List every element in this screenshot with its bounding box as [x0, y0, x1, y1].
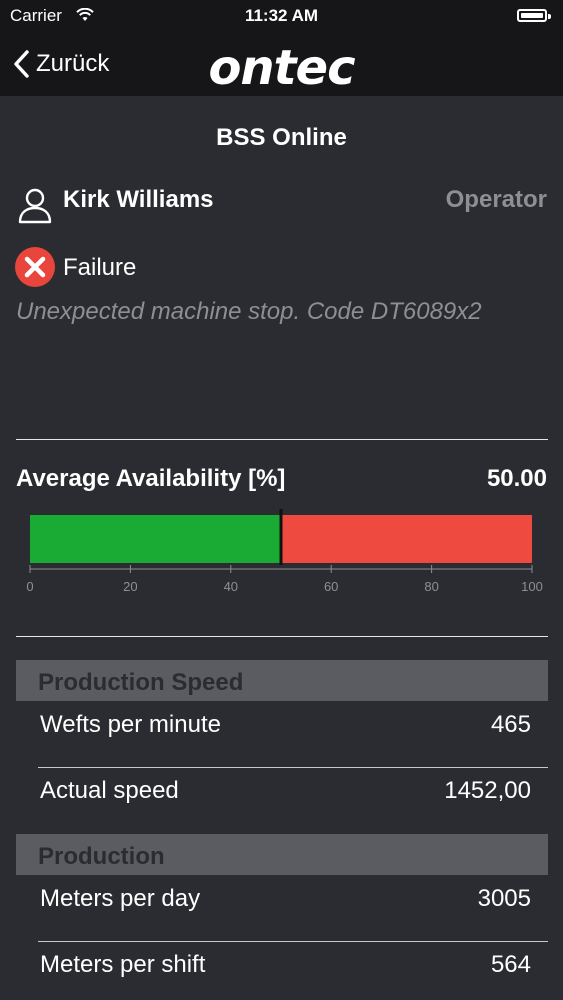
gauge-tick-label: 40: [224, 579, 238, 594]
battery-icon: [517, 9, 551, 22]
availability-chart: 0 20 40 60 80 100: [26, 509, 543, 594]
failure-icon: [15, 247, 55, 287]
availability-label: Average Availability [%]: [16, 465, 286, 492]
section-header-production: Production: [16, 834, 548, 875]
divider: [16, 439, 548, 440]
status-label: Failure: [63, 254, 137, 281]
availability-value: 50.00: [486, 465, 547, 492]
row-label-meters-per-day: Meters per day: [40, 885, 201, 912]
gauge-fill-bar: [30, 515, 281, 563]
status-bar: Carrier 11:32 AM: [0, 0, 563, 32]
row-label-wefts-per-minute: Wefts per minute: [40, 711, 221, 738]
row-value-meters-per-day: 3005: [477, 885, 531, 912]
divider: [16, 636, 548, 637]
operator-name: Kirk Williams: [63, 186, 214, 213]
gauge-tick-label: 20: [123, 579, 137, 594]
gauge-tick-label: 100: [521, 579, 543, 594]
row-divider: [38, 767, 548, 768]
section-title: Production: [38, 843, 165, 870]
row-divider: [38, 941, 548, 942]
operator-role: Operator: [445, 186, 547, 213]
row-value-meters-per-shift: 564: [490, 951, 531, 978]
row-value-wefts-per-minute: 465: [490, 711, 531, 738]
nav-bar: Zurück ontec: [0, 32, 563, 96]
user-icon: [18, 188, 52, 224]
row-label-actual-speed: Actual speed: [40, 777, 179, 804]
status-time: 11:32 AM: [244, 6, 319, 25]
app-logo: ontec: [208, 40, 355, 96]
gauge-tick-label: 60: [324, 579, 338, 594]
section-title: Production Speed: [38, 669, 244, 696]
gauge-remainder-bar: [281, 515, 532, 563]
gauge-tick-label: 0: [26, 579, 33, 594]
row-value-actual-speed: 1452,00: [444, 777, 531, 804]
gauge-tick-label: 80: [424, 579, 438, 594]
section-header-production-speed: Production Speed: [16, 660, 548, 701]
page-title: BSS Online: [216, 124, 347, 151]
status-message: Unexpected machine stop. Code DT6089x2: [16, 298, 482, 325]
row-label-meters-per-shift: Meters per shift: [40, 951, 206, 978]
